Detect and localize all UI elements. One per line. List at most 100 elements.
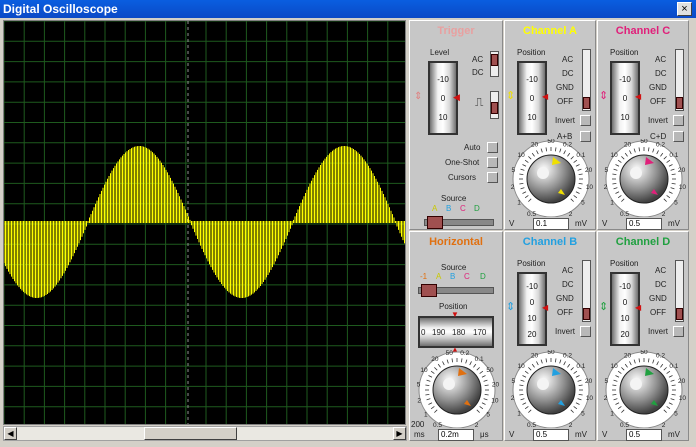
position-label: Position: [517, 259, 546, 268]
position-arrow-icon: ⇕: [599, 90, 609, 102]
drum-value: -10: [619, 75, 631, 84]
dial-label: 0.5: [620, 211, 629, 217]
dial-label: 2: [569, 211, 573, 217]
dial-label: 20: [624, 353, 632, 360]
drum-value: 10: [620, 113, 630, 122]
dial-label: 0.1: [669, 363, 678, 370]
coupling-switch[interactable]: [675, 49, 684, 111]
coupling-switch[interactable]: [582, 49, 591, 111]
invert-button[interactable]: [673, 115, 684, 126]
scrollbar-thumb[interactable]: [144, 427, 237, 440]
invert-button[interactable]: [580, 115, 591, 126]
dial-label: 20: [585, 378, 593, 385]
knob-body[interactable]: [526, 154, 576, 204]
coupling-ac: AC: [655, 55, 667, 64]
knob-highlight: [630, 378, 642, 390]
dial-label: 2: [511, 395, 515, 402]
trigger-edge-switch[interactable]: [490, 91, 499, 119]
volts-per-div-knob[interactable]: 0.5 1 2 5 10 20 50 0.2 0.1 20 10 5 2: [598, 350, 690, 428]
horizontal-position-drum[interactable]: 0 190 180 170: [418, 316, 494, 348]
dial-label: 2: [604, 395, 608, 402]
dial-label: 1: [517, 410, 521, 417]
volts-value-field[interactable]: 0.1: [533, 218, 569, 230]
hsource-c: C: [464, 272, 470, 281]
dial-label: 0.5: [527, 211, 536, 217]
knob-body[interactable]: [526, 365, 576, 415]
drum-value: 190: [432, 328, 446, 337]
zero-marker-icon: ◀: [542, 303, 549, 312]
invert-button[interactable]: [673, 326, 684, 337]
position-arrow-icon: ⇕: [506, 90, 516, 102]
drum-value: 10: [438, 113, 448, 122]
dial-label: 50: [640, 139, 648, 145]
drum-value: 10: [527, 314, 537, 323]
trigger-coupling-switch[interactable]: [490, 51, 499, 77]
dial-label: 10: [518, 152, 526, 159]
horizontal-scrollbar[interactable]: ◀ ▶: [3, 426, 407, 441]
volts-value-field[interactable]: 0.5: [626, 218, 662, 230]
unit-v: V: [602, 219, 608, 228]
trigger-panel: Trigger Level -10 0 10 ⇕ ◀ AC DC ⎍ Auto …: [409, 20, 503, 230]
one-shot-button[interactable]: [487, 157, 498, 168]
coupling-switch[interactable]: [675, 260, 684, 322]
scroll-left-button[interactable]: ◀: [4, 427, 17, 440]
dial-label: 10: [679, 184, 687, 191]
timebase-value-field[interactable]: 0.2m: [438, 429, 474, 441]
dial-label: 10: [679, 395, 687, 402]
position-arrow-icon: ⇕: [506, 301, 516, 313]
close-button[interactable]: ×: [677, 2, 692, 16]
dial-label: 50: [547, 350, 555, 356]
dial-label: 10: [420, 367, 428, 374]
position-label: Position: [517, 48, 546, 57]
trigger-mode-cursors: Cursors: [448, 173, 477, 182]
auto-button[interactable]: [487, 142, 498, 153]
invert-button[interactable]: [580, 326, 591, 337]
dial-label: 2: [475, 422, 479, 428]
hsource-a: A: [436, 272, 442, 281]
channel-a-panel: Channel A Position -10 0 10 ⇕ ◀ AC DC GND …: [504, 20, 596, 230]
position-arrow-icon: ⇕: [599, 301, 609, 313]
volts-per-div-knob[interactable]: 0.5 1 2 5 10 20 50 0.2 0.1 20 10 5 2: [505, 139, 597, 217]
volts-value-field[interactable]: 0.5: [533, 429, 569, 441]
trigger-source-slider[interactable]: [424, 216, 494, 229]
volts-value-field[interactable]: 0.5: [626, 429, 662, 441]
horizontal-source-slider[interactable]: [418, 284, 494, 297]
scroll-right-button[interactable]: ▶: [393, 427, 406, 440]
trigger-level-arrow-icon: ⇕: [414, 91, 423, 102]
timebase-min-label: 200: [411, 420, 425, 429]
dial-label: 10: [491, 397, 499, 404]
coupling-off: OFF: [650, 308, 666, 317]
timebase-knob[interactable]: 0.5125102050 0.20.150201052: [410, 350, 504, 428]
drum-value: 20: [620, 330, 630, 339]
channel-c-panel: Channel C Position -10 0 10 ⇕ ◀ AC DC GND …: [597, 20, 689, 230]
coupling-gnd: GND: [649, 294, 667, 303]
zero-marker-icon: ◀: [635, 92, 642, 101]
coupling-switch[interactable]: [582, 260, 591, 322]
coupling-ac: AC: [562, 55, 574, 64]
position-top-marker-icon: ▼: [451, 310, 459, 319]
source-d: D: [474, 204, 480, 213]
dial-label: 1: [517, 199, 521, 206]
window-title-bar[interactable]: Digital Oscilloscope ×: [0, 0, 696, 18]
drum-value: 20: [527, 330, 537, 339]
position-label: Position: [610, 259, 639, 268]
knob-body[interactable]: [432, 365, 482, 415]
dial-label: 2: [604, 184, 608, 191]
channel-d-title: Channel D: [615, 236, 671, 248]
knob-highlight: [443, 378, 455, 390]
drum-value: -10: [526, 282, 538, 291]
dial-label: 10: [586, 184, 594, 191]
cursors-button[interactable]: [487, 172, 498, 183]
unit-mv: mV: [575, 430, 587, 439]
volts-per-div-knob[interactable]: 0.5 1 2 5 10 20 50 0.2 0.1 20 10 5 2: [505, 350, 597, 428]
hsource-d: D: [480, 272, 486, 281]
volts-per-div-knob[interactable]: 0.5 1 2 5 10 20 50 0.2 0.1 20 10 5 2: [598, 139, 690, 217]
channel-b-title: Channel B: [522, 236, 578, 248]
knob-body[interactable]: [619, 365, 669, 415]
drum-value: 10: [620, 314, 630, 323]
dial-label: 0.1: [576, 152, 585, 159]
drum-value: -10: [437, 75, 449, 84]
knob-body[interactable]: [619, 154, 669, 204]
timebase-unit-ms: ms: [414, 430, 425, 439]
edge-rising-icon: ⎍: [475, 95, 484, 109]
